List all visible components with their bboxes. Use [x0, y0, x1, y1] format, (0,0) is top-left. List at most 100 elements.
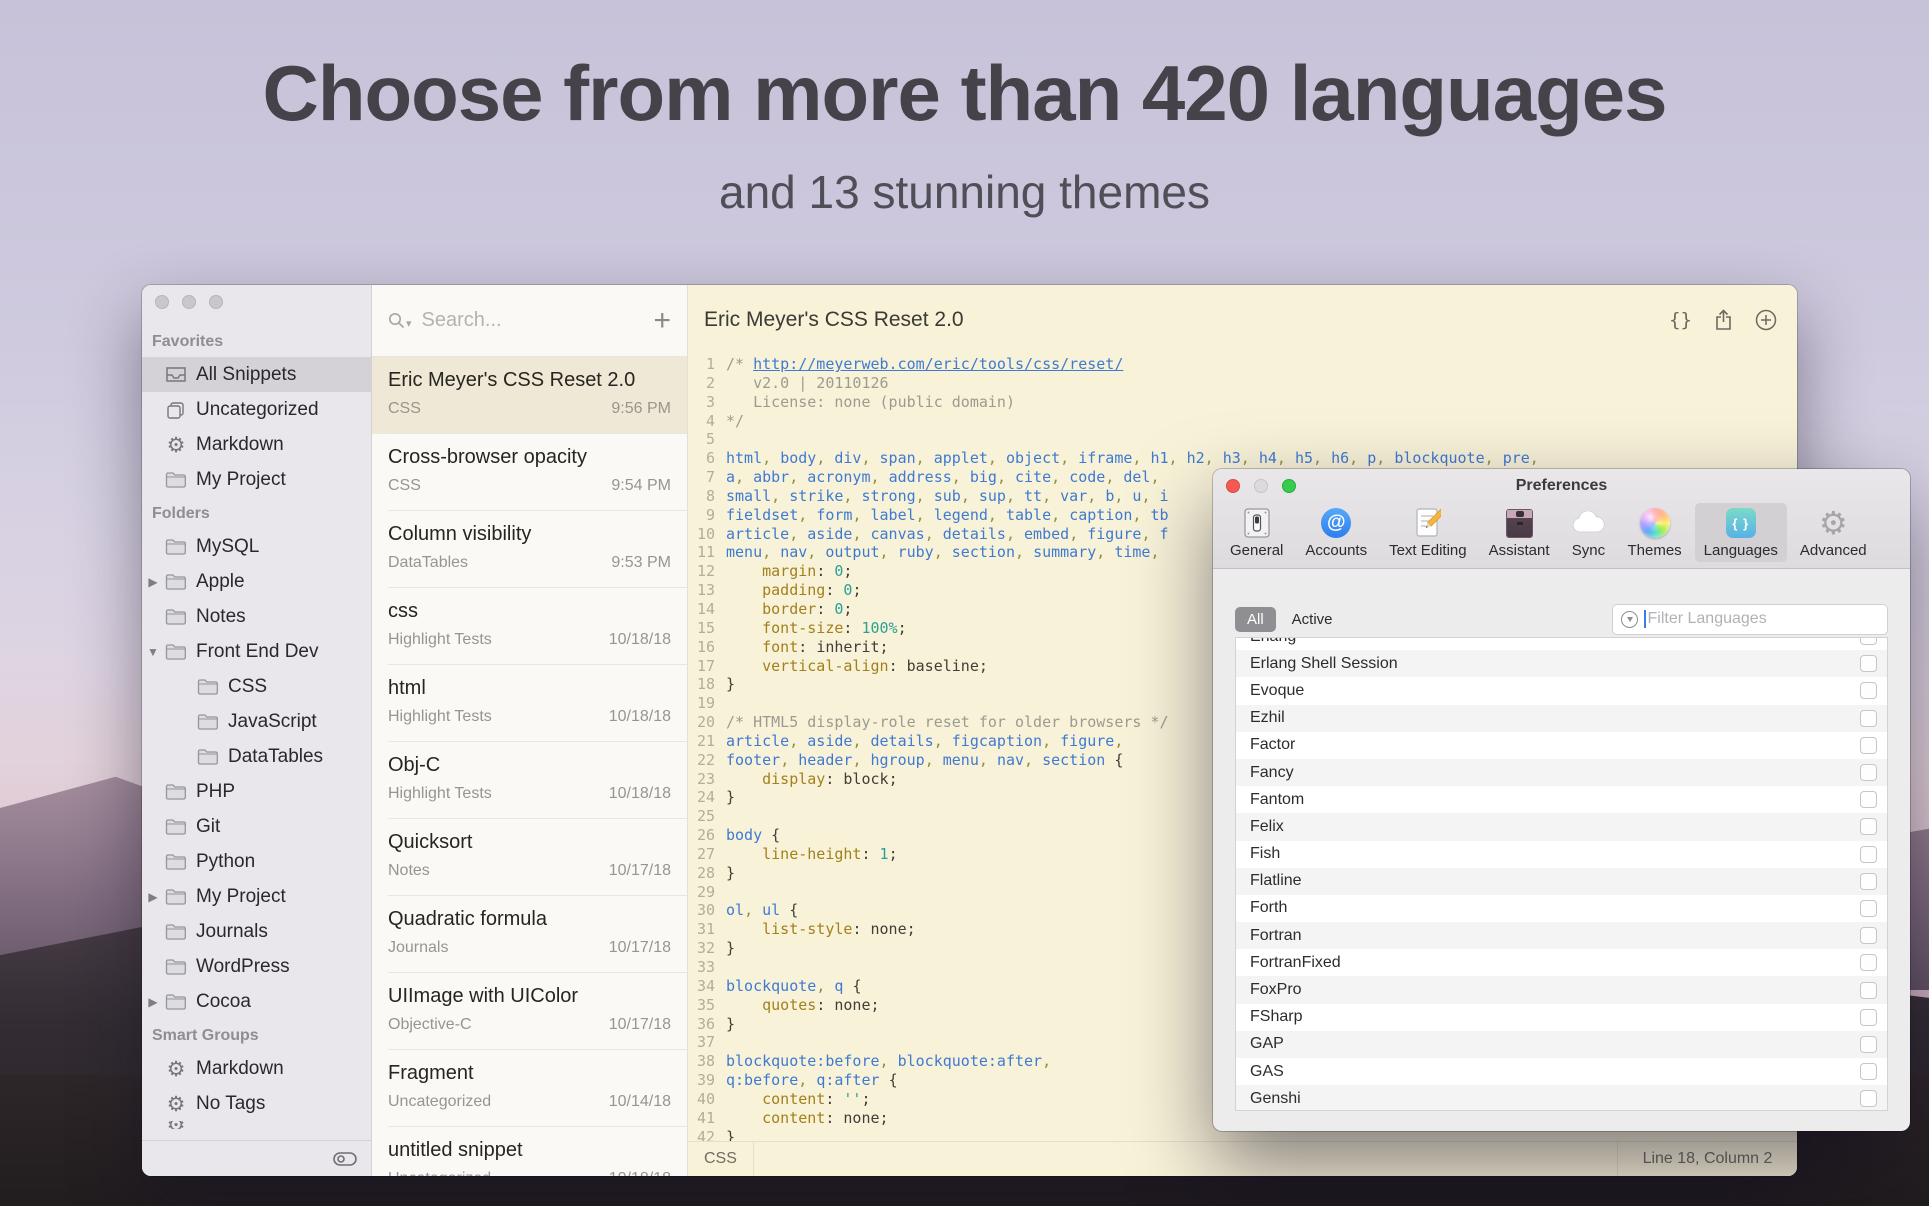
snippet-row[interactable]: Eric Meyer's CSS Reset 2.0CSS9:56 PM — [372, 357, 687, 434]
disclosure-triangle-icon[interactable]: ▶ — [142, 575, 164, 589]
pref-tab-general[interactable]: General — [1221, 503, 1292, 562]
language-checkbox[interactable] — [1860, 1090, 1877, 1107]
sidebar-item-mysql[interactable]: MySQL — [142, 529, 371, 564]
add-icon[interactable] — [1755, 309, 1777, 331]
minimize-button[interactable] — [182, 295, 196, 309]
language-row-evoque[interactable]: Evoque — [1236, 677, 1887, 704]
language-checkbox[interactable] — [1860, 655, 1877, 672]
share-icon[interactable] — [1714, 309, 1733, 331]
sidebar-item-git[interactable]: Git — [142, 809, 371, 844]
language-checkbox[interactable] — [1860, 900, 1877, 917]
language-row-foxpro[interactable]: FoxPro — [1236, 976, 1887, 1003]
language-row-fortran[interactable]: Fortran — [1236, 922, 1887, 949]
language-row-flatline[interactable]: Flatline — [1236, 868, 1887, 895]
pref-tab-assistant[interactable]: Assistant — [1480, 503, 1559, 562]
snippet-row-title: html — [388, 677, 671, 700]
zoom-button[interactable] — [1282, 479, 1296, 493]
language-checkbox[interactable] — [1860, 873, 1877, 890]
sidebar-item-uncategorized[interactable]: Uncategorized — [142, 392, 371, 427]
sidebar-item-javascript[interactable]: JavaScript — [142, 704, 371, 739]
sidebar-item-no-tags[interactable]: ⚙No Tags — [142, 1086, 371, 1121]
sidebar-item-cocoa[interactable]: ▶Cocoa — [142, 984, 371, 1019]
sidebar-item-my-project[interactable]: My Project — [142, 462, 371, 497]
language-checkbox[interactable] — [1860, 1009, 1877, 1026]
segment-all[interactable]: All — [1235, 607, 1276, 632]
language-row-factor[interactable]: Factor — [1236, 732, 1887, 759]
sidebar-item-wordpress[interactable]: WordPress — [142, 949, 371, 984]
braces-icon[interactable]: {} — [1669, 309, 1692, 331]
pref-tab-accounts[interactable]: @Accounts — [1296, 503, 1376, 562]
language-row-gap[interactable]: GAP — [1236, 1031, 1887, 1058]
snippet-row[interactable]: Quadratic formulaJournals10/17/18 — [372, 896, 687, 973]
language-checkbox[interactable] — [1860, 710, 1877, 727]
sidebar-item-partial[interactable]: ⚙ — [142, 1121, 371, 1129]
language-row-fantom[interactable]: Fantom — [1236, 786, 1887, 813]
preferences-header: Preferences General@AccountsText Editing… — [1213, 469, 1910, 569]
sidebar-item-php[interactable]: PHP — [142, 774, 371, 809]
minimize-button[interactable] — [1254, 479, 1268, 493]
disclosure-triangle-icon[interactable]: ▶ — [142, 995, 164, 1009]
disclosure-triangle-icon[interactable]: ▼ — [142, 645, 164, 659]
language-checkbox[interactable] — [1860, 1036, 1877, 1053]
sidebar-item-css[interactable]: CSS — [142, 669, 371, 704]
new-snippet-button[interactable]: + — [653, 306, 671, 336]
snippet-row[interactable]: Obj-CHighlight Tests10/18/18 — [372, 742, 687, 819]
close-button[interactable] — [1226, 479, 1240, 493]
pref-tab-sync[interactable]: Sync — [1562, 503, 1614, 562]
language-row-fancy[interactable]: Fancy — [1236, 759, 1887, 786]
language-row-fish[interactable]: Fish — [1236, 841, 1887, 868]
language-checkbox[interactable] — [1860, 737, 1877, 754]
language-row-fortranfixed[interactable]: FortranFixed — [1236, 949, 1887, 976]
snippet-row[interactable]: untitled snippetUncategorized10/18/18 — [372, 1127, 687, 1176]
language-row-felix[interactable]: Felix — [1236, 813, 1887, 840]
sidebar-item-front-end-dev[interactable]: ▼Front End Dev — [142, 634, 371, 669]
language-selector[interactable]: CSS — [688, 1142, 754, 1176]
sidebar-item-markdown[interactable]: ⚙Markdown — [142, 1051, 371, 1086]
snippet-row[interactable]: QuicksortNotes10/17/18 — [372, 819, 687, 896]
language-checkbox[interactable] — [1860, 818, 1877, 835]
snippet-row[interactable]: htmlHighlight Tests10/18/18 — [372, 665, 687, 742]
sidebar-item-journals[interactable]: Journals — [142, 914, 371, 949]
sidebar-item-notes[interactable]: Notes — [142, 599, 371, 634]
pref-tab-languages[interactable]: { }Languages — [1695, 503, 1787, 562]
language-checkbox[interactable] — [1860, 791, 1877, 808]
snippet-row[interactable]: UIImage with UIColorObjective-C10/17/18 — [372, 973, 687, 1050]
language-row-genshi[interactable]: Genshi — [1236, 1085, 1887, 1111]
toggle-icon[interactable] — [333, 1152, 357, 1166]
language-checkbox[interactable] — [1860, 637, 1877, 645]
filter-languages-input[interactable]: Filter Languages — [1612, 604, 1888, 635]
language-row-ezhil[interactable]: Ezhil — [1236, 705, 1887, 732]
language-checkbox[interactable] — [1860, 982, 1877, 999]
search-bar[interactable]: ▾ Search... + — [372, 285, 687, 357]
language-checkbox[interactable] — [1860, 1063, 1877, 1080]
snippet-row[interactable]: Column visibilityDataTables9:53 PM — [372, 511, 687, 588]
language-checkbox[interactable] — [1860, 927, 1877, 944]
snippet-row[interactable]: cssHighlight Tests10/18/18 — [372, 588, 687, 665]
pref-tab-advanced[interactable]: ⚙Advanced — [1791, 503, 1876, 562]
line-number: 42 — [688, 1128, 726, 1141]
sidebar-item-python[interactable]: Python — [142, 844, 371, 879]
snippet-row[interactable]: Cross-browser opacityCSS9:54 PM — [372, 434, 687, 511]
language-row-forth[interactable]: Forth — [1236, 895, 1887, 922]
zoom-button[interactable] — [209, 295, 223, 309]
language-checkbox[interactable] — [1860, 846, 1877, 863]
pref-tab-themes[interactable]: Themes — [1618, 503, 1690, 562]
snippet-row[interactable]: FragmentUncategorized10/14/18 — [372, 1050, 687, 1127]
sidebar-item-datatables[interactable]: DataTables — [142, 739, 371, 774]
disclosure-triangle-icon[interactable]: ▶ — [142, 890, 164, 904]
sidebar-item-apple[interactable]: ▶Apple — [142, 564, 371, 599]
segment-active[interactable]: Active — [1292, 611, 1333, 628]
language-row-gas[interactable]: GAS — [1236, 1058, 1887, 1085]
language-row-erlang[interactable]: Erlang — [1236, 637, 1887, 650]
language-row-erlang-shell-session[interactable]: Erlang Shell Session — [1236, 650, 1887, 677]
language-checkbox[interactable] — [1860, 682, 1877, 699]
snippet-row-subtitle: Uncategorized — [388, 1093, 491, 1111]
language-checkbox[interactable] — [1860, 954, 1877, 971]
sidebar-item-markdown[interactable]: ⚙Markdown — [142, 427, 371, 462]
sidebar-item-my-project[interactable]: ▶My Project — [142, 879, 371, 914]
language-checkbox[interactable] — [1860, 764, 1877, 781]
close-button[interactable] — [155, 295, 169, 309]
language-row-fsharp[interactable]: FSharp — [1236, 1004, 1887, 1031]
sidebar-item-all-snippets[interactable]: All Snippets — [142, 357, 371, 392]
pref-tab-textediting[interactable]: Text Editing — [1380, 503, 1476, 562]
